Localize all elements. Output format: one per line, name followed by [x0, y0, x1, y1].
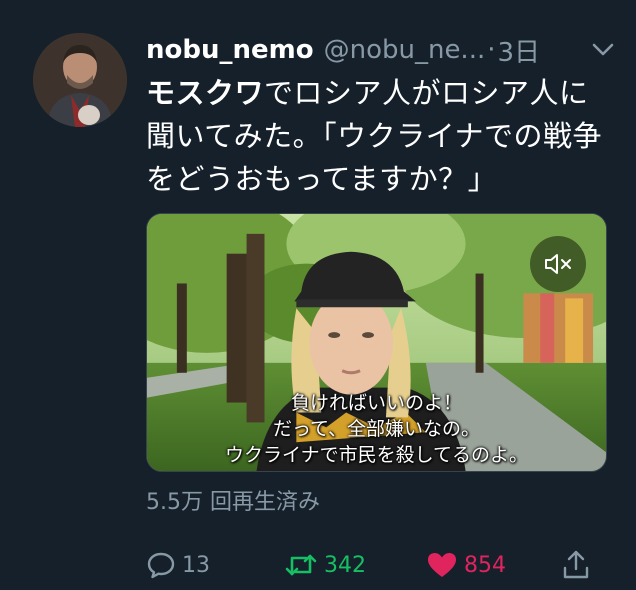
reply-count: 13	[182, 552, 210, 578]
tweet-text: モスクワでロシア人がロシア人に聞いてみた。「ウクライナでの戦争をどうおもってます…	[146, 72, 616, 201]
share-button[interactable]	[561, 545, 597, 585]
video-player[interactable]: 負ければいいのよ！ だって、全部嫌いなの。 ウクライナで市民を殺してるのよ。	[146, 213, 607, 472]
author-handle[interactable]: @nobu_ne...	[324, 35, 486, 65]
author-name[interactable]: nobu_nemo	[146, 35, 314, 65]
chevron-down-icon[interactable]	[588, 35, 618, 65]
share-icon	[563, 550, 589, 579]
speaker-muted-icon[interactable]	[530, 236, 586, 292]
view-count: 5.5万 回再生済み	[146, 490, 320, 515]
separator-dot: ·	[487, 35, 496, 65]
action-bar: 13 342 854	[146, 545, 606, 585]
tweet-time[interactable]: 3日	[498, 32, 541, 69]
tweet[interactable]: nobu_nemo @nobu_ne... · 3日 モスクワでロシア人がロシア…	[0, 0, 636, 590]
avatar[interactable]	[33, 33, 127, 127]
subtitle-line: 負ければいいのよ！	[290, 392, 462, 414]
retweet-button[interactable]: 342	[284, 545, 366, 585]
tweet-text-bold[interactable]: モスクワ	[146, 76, 264, 110]
subtitle-line: ウクライナで市民を殺してるのよ。	[224, 444, 529, 466]
retweet-count: 342	[324, 552, 366, 578]
avatar-image	[33, 33, 127, 127]
reply-bubble-icon	[147, 552, 175, 579]
reply-button[interactable]: 13	[146, 545, 210, 585]
like-count: 854	[464, 552, 506, 578]
tweet-header: nobu_nemo @nobu_ne... · 3日	[146, 30, 618, 70]
like-button[interactable]: 854	[426, 545, 506, 585]
video-subtitles: 負ければいいのよ！ だって、全部嫌いなの。 ウクライナで市民を殺してるのよ。	[147, 390, 606, 468]
heart-icon	[428, 553, 456, 577]
retweet-icon	[285, 554, 317, 576]
subtitle-line: だって、全部嫌いなの。	[272, 418, 481, 440]
